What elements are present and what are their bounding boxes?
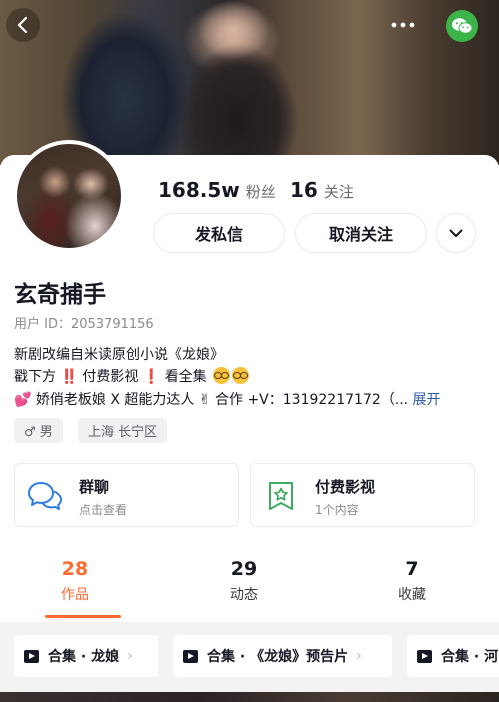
nerd-face-icon <box>232 367 250 384</box>
star-bookmark-icon <box>263 478 299 514</box>
chat-bubbles-icon <box>27 478 63 514</box>
paid-video-title: 付费影视 <box>315 478 376 496</box>
more-horizontal-icon <box>391 22 415 28</box>
play-icon <box>417 649 432 663</box>
play-icon <box>183 649 198 663</box>
chevron-right-icon: › <box>127 648 133 664</box>
collection-label: 合集 · 《龙娘》预告片 <box>207 649 349 665</box>
expand-recommend-button[interactable] <box>436 213 476 253</box>
bio-text: 戳下方 <box>14 369 56 385</box>
bio-text: 💕 娇俏老板娘 X 超能力达人 ✌ 合作 +V：13192217172（... <box>14 392 409 408</box>
collection-label: 合集 · 龙娘 <box>48 649 120 665</box>
avatar[interactable] <box>13 140 125 252</box>
bio-text: 付费影视 <box>82 369 139 385</box>
collection-chip[interactable]: 合集 · 《龙娘》预告片 › <box>173 635 392 677</box>
back-button[interactable] <box>6 8 40 42</box>
followers-stat[interactable]: 168.5w 粉丝 <box>158 178 276 202</box>
nerd-face-icon <box>213 367 231 384</box>
chevron-left-icon <box>17 16 28 34</box>
collection-chip[interactable]: 合集 · 龙娘 › <box>14 635 158 677</box>
bio-line-3: 💕 娇俏老板娘 X 超能力达人 ✌ 合作 +V：13192217172（... … <box>14 389 441 409</box>
tab-works-label: 作品 <box>61 587 89 603</box>
exclamation-icon: ❗ <box>142 369 161 385</box>
bio-line-2: 戳下方 ‼️ 付费影视 ❗ 看全集 <box>14 366 250 386</box>
video-grid-preview <box>0 692 499 702</box>
group-chat-title: 群聊 <box>79 478 110 496</box>
send-message-button[interactable]: 发私信 <box>153 213 285 253</box>
play-icon <box>24 649 39 663</box>
profile-name: 玄奇捕手 <box>14 282 106 308</box>
paid-video-card[interactable]: 付费影视 1个内容 <box>250 463 475 527</box>
tab-works[interactable]: 28 作品 <box>15 558 135 604</box>
group-chat-subtitle: 点击查看 <box>79 503 128 517</box>
group-chat-card[interactable]: 群聊 点击查看 <box>14 463 239 527</box>
wechat-share-button[interactable] <box>446 10 478 42</box>
collection-chip[interactable]: 合集 · 河 <box>407 635 499 677</box>
gender-tag: ♂ 男 <box>14 418 63 443</box>
more-button[interactable] <box>388 10 418 40</box>
tab-favorites-label: 收藏 <box>398 587 426 603</box>
location-tag: 上海 长宁区 <box>78 418 168 443</box>
tab-favorites[interactable]: 7 收藏 <box>352 558 472 604</box>
banner-figure-right <box>178 0 328 165</box>
user-id[interactable]: 用户 ID：2053791156 <box>14 313 154 332</box>
tab-posts-count: 29 <box>230 558 258 580</box>
chevron-down-icon <box>449 229 463 237</box>
chevron-right-icon: › <box>356 648 362 664</box>
wechat-icon <box>452 18 473 34</box>
following-stat[interactable]: 16 关注 <box>290 178 354 202</box>
tab-posts-label: 动态 <box>230 587 258 603</box>
bio-line-1: 新剧改编自米读原创小说《龙娘》 <box>14 347 224 363</box>
tab-posts[interactable]: 29 动态 <box>184 558 304 604</box>
followers-count: 168.5w <box>158 178 240 202</box>
active-tab-indicator <box>45 615 121 618</box>
collection-label: 合集 · 河 <box>441 649 499 665</box>
paid-video-subtitle: 1个内容 <box>315 503 359 517</box>
following-label: 关注 <box>323 183 354 201</box>
unfollow-button[interactable]: 取消关注 <box>295 213 427 253</box>
bio-text: 看全集 <box>164 369 207 385</box>
double-exclamation-icon: ‼️ <box>60 369 78 385</box>
followers-label: 粉丝 <box>245 183 276 201</box>
tab-favorites-count: 7 <box>405 558 419 580</box>
bio-expand-link[interactable]: 展开 <box>413 392 441 408</box>
tab-works-count: 28 <box>61 558 89 580</box>
following-count: 16 <box>290 178 318 202</box>
